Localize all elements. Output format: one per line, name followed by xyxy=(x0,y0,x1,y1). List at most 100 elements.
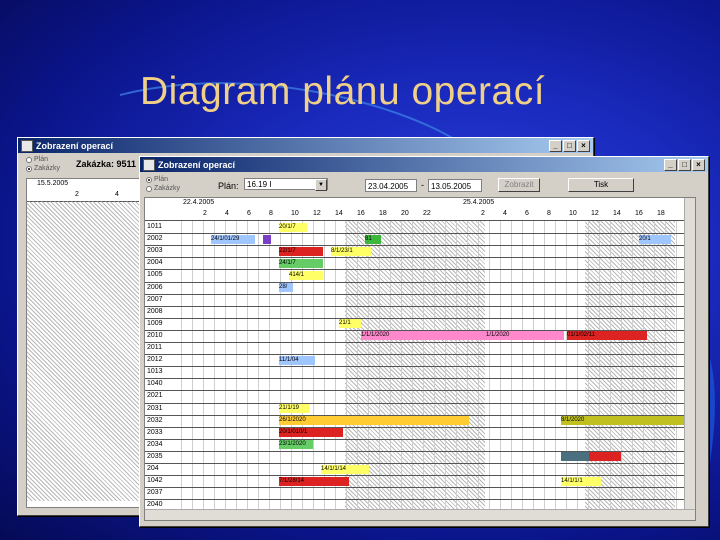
operation-bar[interactable]: 23/1/2020 xyxy=(279,440,313,450)
back-window-title: Zobrazení operací xyxy=(36,140,114,151)
operation-bar[interactable]: 21/1/19 xyxy=(279,404,309,413)
operation-bar[interactable]: 24/1/01/29 xyxy=(211,234,255,244)
zobrazit-button[interactable]: Zobrazit xyxy=(498,178,540,192)
chevron-down-icon[interactable]: ▼ xyxy=(315,179,327,191)
operation-bar[interactable]: 20/1/7 xyxy=(279,222,307,232)
operation-bar[interactable]: 14/1/1/1 xyxy=(561,476,601,486)
maximize-button[interactable]: □ xyxy=(563,140,576,152)
gantt-grid: 22.4.2005 25.4.2005 2 4 6 8 10 12 14 16 18 20 22 2 4… xyxy=(144,197,696,521)
row-line xyxy=(145,390,685,392)
day-label: 8 xyxy=(269,210,273,217)
row-line xyxy=(145,487,685,489)
day-label: 6 xyxy=(525,210,529,217)
minimize-button[interactable]: _ xyxy=(549,140,562,152)
operation-bar[interactable]: 26/1/2020 xyxy=(279,416,469,426)
row-label: 2034 xyxy=(147,440,163,448)
front-window-title: Zobrazení operací xyxy=(158,159,236,170)
radio-dot xyxy=(146,176,152,183)
day-label: 18 xyxy=(379,210,387,217)
close-button[interactable]: × xyxy=(692,159,705,171)
row-label: 2002 xyxy=(147,235,163,243)
operation-bar[interactable]: 414/1 xyxy=(289,270,323,280)
row-line xyxy=(145,366,685,368)
row-line xyxy=(145,281,685,283)
row-label: 2011 xyxy=(147,344,163,351)
radio-zakazky[interactable]: Zakázky xyxy=(146,185,180,192)
operation-bar[interactable]: 8/1/2020 xyxy=(561,416,695,426)
radio-dot xyxy=(146,185,152,192)
day-label: 16 xyxy=(635,210,643,217)
day-label: 10 xyxy=(569,210,577,217)
tisk-button[interactable]: Tisk xyxy=(568,178,634,192)
operation-bar[interactable] xyxy=(561,452,589,462)
slide-title: Diagram plánu operací xyxy=(140,70,546,113)
radio-plan[interactable]: Plán xyxy=(146,176,168,183)
row-line xyxy=(145,269,685,271)
row-label: 2021 xyxy=(147,392,163,400)
row-line xyxy=(145,342,685,343)
close-button[interactable]: × xyxy=(577,140,590,152)
date-from-field[interactable]: 23.04.2005 xyxy=(365,179,417,192)
day-label: 14 xyxy=(613,210,621,217)
row-line xyxy=(145,426,685,428)
back-hatch xyxy=(27,201,145,501)
row-label: 2031 xyxy=(147,404,163,412)
radio-dot xyxy=(26,165,32,172)
operation-bar[interactable]: 24/1/7 xyxy=(279,258,323,268)
day-label: 12 xyxy=(313,210,321,217)
row-label: 2007 xyxy=(147,295,163,303)
row-label: 1013 xyxy=(147,368,163,376)
operation-bar[interactable]: 01/1/02/11 xyxy=(567,331,647,341)
radio-zakazky[interactable]: Zakázky xyxy=(26,165,60,172)
row-label: 204 xyxy=(147,465,159,472)
row-line xyxy=(145,378,685,380)
operation-bar[interactable]: 1/1/2020 xyxy=(486,331,564,341)
day-label: 20 xyxy=(401,210,409,217)
vertical-scrollbar[interactable] xyxy=(684,198,695,510)
day-label: 16 xyxy=(357,210,365,217)
row-line xyxy=(145,463,685,464)
operation-bar[interactable]: 21/1 xyxy=(339,319,361,329)
operation-bar[interactable]: 7/1/28/14 xyxy=(279,476,349,486)
back-gantt-grid: 15.5.2005 2 4 xyxy=(26,178,146,508)
day-label: 2 xyxy=(481,210,485,217)
maximize-button[interactable]: □ xyxy=(678,159,691,171)
operation-bar[interactable]: 8/1/23/1 xyxy=(331,246,371,256)
row-line xyxy=(145,245,685,247)
back-gantt-header: 15.5.2005 2 4 xyxy=(27,179,145,202)
row-line xyxy=(145,475,685,477)
operation-bar[interactable]: 81 xyxy=(365,234,381,244)
gantt-header: 22.4.2005 25.4.2005 2 4 6 8 10 12 14 16 18 20 22 2 4… xyxy=(145,198,695,221)
operation-bar[interactable]: 11/1/04 xyxy=(279,355,315,365)
row-label: 2008 xyxy=(147,307,163,315)
row-label: 1040 xyxy=(147,380,163,388)
plan-select[interactable]: 16.19 I ▼ xyxy=(244,178,328,191)
day-label: 22 xyxy=(423,210,431,217)
row-label: 1011 xyxy=(147,223,163,230)
row-line xyxy=(145,317,685,319)
front-window: Zobrazení operací _ □ × Plán Zakázky Plá… xyxy=(139,156,709,527)
day-label: 6 xyxy=(247,210,251,217)
row-line xyxy=(145,257,685,259)
radio-plan[interactable]: Plán xyxy=(26,156,48,163)
minimize-button[interactable]: _ xyxy=(664,159,677,171)
day-label: 14 xyxy=(335,210,343,217)
row-label: 2035 xyxy=(147,452,163,460)
date-to-field[interactable]: 13.05.2005 xyxy=(428,179,482,192)
date-separator: - xyxy=(421,180,424,190)
operation-bar[interactable]: 20/1/010/1 xyxy=(279,428,343,438)
operation-bar[interactable]: 22/1/7 xyxy=(279,246,323,256)
operation-bar[interactable] xyxy=(263,234,271,244)
row-line xyxy=(145,438,685,440)
radio-plan-label: Plán xyxy=(154,176,169,183)
operation-bar[interactable]: 20/1 xyxy=(639,234,671,244)
operation-bar[interactable]: 28/ xyxy=(279,283,293,292)
plan-select-value: 16.19 I xyxy=(247,180,272,189)
horizontal-scrollbar[interactable] xyxy=(145,509,695,520)
operation-bar[interactable]: 14/1/1/14 xyxy=(321,464,369,474)
back-window-titlebar: Zobrazení operací _ □ × xyxy=(18,138,593,153)
radio-zakazky-label: Zakázky xyxy=(34,165,61,172)
row-label: 1042 xyxy=(147,477,163,485)
row-label: 1005 xyxy=(147,271,163,279)
day-label: 10 xyxy=(291,210,299,217)
